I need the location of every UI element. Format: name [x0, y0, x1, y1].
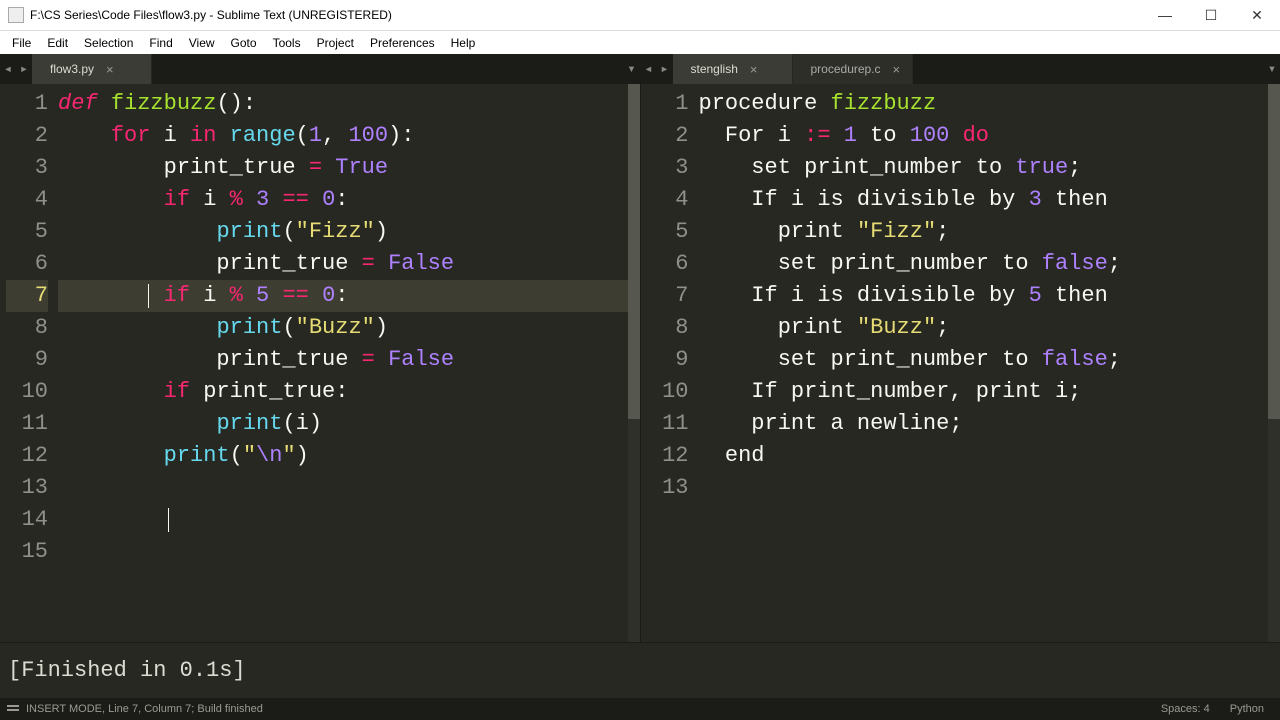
editor-pane-1: ◂▸stenglish×procedurep.c×▾12345678910111…	[641, 54, 1280, 642]
code-line[interactable]: print "Buzz";	[699, 312, 1269, 344]
status-text: INSERT MODE, Line 7, Column 7; Build fin…	[26, 703, 263, 715]
text-caret	[148, 284, 149, 308]
code-line[interactable]	[58, 536, 628, 568]
tab-stenglish[interactable]: stenglish ×	[673, 54, 793, 84]
editor-pane-0: ◂▸flow3.py×▾123456789101112131415def fiz…	[0, 54, 641, 642]
tabs-scroll-left-icon[interactable]: ◂	[641, 54, 657, 84]
code-line[interactable]: print_true = False	[58, 248, 628, 280]
tabs-scroll-left-icon[interactable]: ◂	[0, 54, 16, 84]
code-line[interactable]: print("\n")	[58, 440, 628, 472]
tabs-overflow-icon[interactable]: ▾	[1264, 54, 1280, 84]
scrollbar[interactable]	[628, 84, 640, 642]
code-line[interactable]: If print_number, print i;	[699, 376, 1269, 408]
status-bar: INSERT MODE, Line 7, Column 7; Build fin…	[0, 698, 1280, 720]
code-line[interactable]	[58, 472, 628, 504]
menu-edit[interactable]: Edit	[39, 34, 76, 52]
code-line[interactable]	[699, 472, 1269, 504]
code-line[interactable]: If i is divisible by 5 then	[699, 280, 1269, 312]
code-line[interactable]: For i := 1 to 100 do	[699, 120, 1269, 152]
syntax-setting[interactable]: Python	[1220, 703, 1274, 715]
tab-label: flow3.py	[50, 62, 94, 76]
code-line[interactable]: set print_number to false;	[699, 344, 1269, 376]
code-line[interactable]: print_true = True	[58, 152, 628, 184]
app-icon	[8, 7, 24, 23]
maximize-button[interactable]: ☐	[1188, 0, 1234, 30]
code-line[interactable]	[58, 504, 628, 536]
build-output-panel: [Finished in 0.1s]	[0, 642, 1280, 698]
tab-label: stenglish	[691, 62, 738, 76]
code-line[interactable]: if i % 5 == 0:	[58, 280, 628, 312]
scrollbar-thumb[interactable]	[1268, 84, 1280, 419]
code-line[interactable]: set print_number to true;	[699, 152, 1269, 184]
code-line[interactable]: print("Fizz")	[58, 216, 628, 248]
code-line[interactable]: end	[699, 440, 1269, 472]
menu-file[interactable]: File	[4, 34, 39, 52]
code-line[interactable]: print a newline;	[699, 408, 1269, 440]
code-line[interactable]: if i % 3 == 0:	[58, 184, 628, 216]
panel-switcher-icon[interactable]	[6, 702, 20, 716]
code-area[interactable]: procedure fizzbuzz For i := 1 to 100 do …	[699, 84, 1269, 642]
menu-project[interactable]: Project	[309, 34, 362, 52]
code-line[interactable]: print("Buzz")	[58, 312, 628, 344]
menu-bar: FileEditSelectionFindViewGotoToolsProjec…	[0, 30, 1280, 54]
code-line[interactable]: print(i)	[58, 408, 628, 440]
code-line[interactable]: set print_number to false;	[699, 248, 1269, 280]
tab-bar: ◂▸ flow3.py × ▾	[0, 54, 640, 84]
window-buttons: — ☐ ✕	[1142, 0, 1280, 30]
code-line[interactable]: If i is divisible by 3 then	[699, 184, 1269, 216]
code-editor[interactable]: 12345678910111213procedure fizzbuzz For …	[641, 84, 1280, 642]
close-button[interactable]: ✕	[1234, 0, 1280, 30]
tab-close-icon[interactable]: ×	[106, 62, 114, 77]
menu-goto[interactable]: Goto	[223, 34, 265, 52]
code-line[interactable]: print "Fizz";	[699, 216, 1269, 248]
tab-bar: ◂▸ stenglish × procedurep.c × ▾	[641, 54, 1280, 84]
tab-close-icon[interactable]: ×	[750, 62, 758, 77]
menu-help[interactable]: Help	[443, 34, 484, 52]
scrollbar-thumb[interactable]	[628, 84, 640, 419]
code-editor[interactable]: 123456789101112131415def fizzbuzz(): for…	[0, 84, 640, 642]
code-area[interactable]: def fizzbuzz(): for i in range(1, 100): …	[58, 84, 628, 642]
tab-procedurep-c[interactable]: procedurep.c ×	[793, 54, 913, 84]
code-line[interactable]: print_true = False	[58, 344, 628, 376]
menu-selection[interactable]: Selection	[76, 34, 141, 52]
tab-flow3-py[interactable]: flow3.py ×	[32, 54, 152, 84]
minimize-button[interactable]: —	[1142, 0, 1188, 30]
indent-setting[interactable]: Spaces: 4	[1151, 703, 1220, 715]
text-caret	[168, 508, 169, 532]
line-number-gutter: 12345678910111213	[641, 84, 699, 642]
tabs-overflow-icon[interactable]: ▾	[624, 54, 640, 84]
code-line[interactable]: procedure fizzbuzz	[699, 88, 1269, 120]
menu-tools[interactable]: Tools	[265, 34, 309, 52]
tab-close-icon[interactable]: ×	[893, 62, 901, 77]
code-line[interactable]: if print_true:	[58, 376, 628, 408]
menu-find[interactable]: Find	[141, 34, 180, 52]
scrollbar[interactable]	[1268, 84, 1280, 642]
editor-workspace: ◂▸flow3.py×▾123456789101112131415def fiz…	[0, 54, 1280, 642]
window-titlebar: F:\CS Series\Code Files\flow3.py - Subli…	[0, 0, 1280, 30]
line-number-gutter: 123456789101112131415	[0, 84, 58, 642]
window-title: F:\CS Series\Code Files\flow3.py - Subli…	[30, 8, 1142, 22]
code-line[interactable]: def fizzbuzz():	[58, 88, 628, 120]
menu-preferences[interactable]: Preferences	[362, 34, 443, 52]
tabs-scroll-right-icon[interactable]: ▸	[16, 54, 32, 84]
menu-view[interactable]: View	[181, 34, 223, 52]
tabs-scroll-right-icon[interactable]: ▸	[657, 54, 673, 84]
tab-label: procedurep.c	[811, 62, 881, 76]
code-line[interactable]: for i in range(1, 100):	[58, 120, 628, 152]
